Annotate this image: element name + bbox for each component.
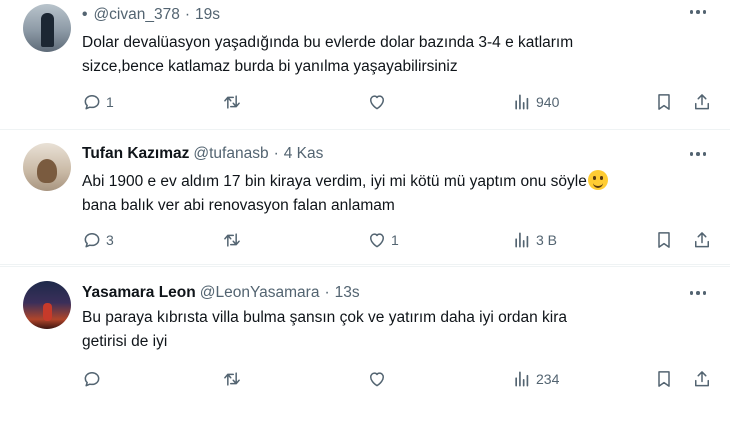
retweet-icon [224,233,240,247]
like-count: 1 [391,232,399,248]
action-bar: 3 1 3 B [82,228,722,252]
tweet-text-line: bana balık ver abi renovasyon falan anla… [82,197,395,214]
tweet-text: Bu paraya kıbrısta villa bulma şansın ço… [82,309,568,350]
views-icon [515,371,529,387]
timestamp[interactable]: 13s [335,284,360,302]
bookmark-button[interactable] [654,228,674,252]
user-name[interactable]: Tufan Kazımaz [82,145,189,163]
bookmark-button[interactable] [654,90,674,114]
avatar[interactable] [23,281,71,329]
tweet[interactable]: Yasamara Leon @LeonYasamara · 13s Bu par… [0,266,730,421]
more-icon[interactable] [689,291,706,295]
like-button[interactable] [367,90,387,114]
share-icon [695,94,709,110]
timestamp[interactable]: 4 Kas [284,145,324,163]
bookmark-icon [658,232,670,248]
user-handle[interactable]: @civan_378 [93,6,179,24]
share-button[interactable] [692,228,712,252]
reply-feed: • @civan_378 · 19s Dolar devalüasyon yaş… [0,0,730,420]
separator: · [324,284,330,301]
tweet-header: Tufan Kazımaz @tufanasb · 4 Kas [82,143,323,165]
views-button[interactable]: 940 [512,90,559,114]
tweet-header: • @civan_378 · 19s [82,4,220,26]
tweet-text-line: Abi 1900 e ev aldım 17 bin kiraya verdim… [82,173,587,190]
reply-icon [84,95,100,110]
reply-icon [84,372,100,387]
reply-count: 1 [106,94,114,110]
user-handle[interactable]: @LeonYasamara [200,284,320,302]
views-icon [515,94,529,110]
retweet-icon [224,372,240,386]
reply-icon [84,233,100,248]
views-count: 3 B [536,232,558,248]
action-bar: 1 940 [82,90,722,114]
tweet-header: Yasamara Leon @LeonYasamara · 13s [82,282,360,304]
tweet[interactable]: • @civan_378 · 19s Dolar devalüasyon yaş… [0,0,730,130]
grinning-emoji-icon [587,170,608,190]
like-button[interactable] [367,367,387,391]
tweet-text: Abi 1900 e ev aldım 17 bin kiraya verdim… [82,170,722,218]
avatar[interactable] [23,143,71,191]
views-icon [515,232,529,248]
separator: · [273,145,279,162]
separator: · [184,6,191,23]
more-icon[interactable] [689,10,706,14]
views-count: 234 [536,371,560,387]
bookmark-icon [658,94,670,110]
tweet[interactable]: Tufan Kazımaz @tufanasb · 4 Kas Abi 1900… [0,130,730,265]
retweet-button[interactable] [222,367,242,391]
user-name[interactable]: • [82,6,87,24]
more-icon[interactable] [689,152,706,156]
share-icon [695,232,709,248]
bookmark-button[interactable] [654,367,674,391]
tweet-text: Dolar devalüasyon yaşadığında bu evlerde… [82,34,574,75]
share-button[interactable] [692,90,712,114]
reply-button[interactable]: 1 [82,90,114,114]
reply-count: 3 [106,232,114,248]
timestamp[interactable]: 19s [195,6,220,24]
like-icon [370,95,384,110]
like-icon [370,233,384,248]
bookmark-icon [658,371,670,387]
avatar[interactable] [23,4,71,52]
like-button[interactable]: 1 [367,228,399,252]
share-icon [695,371,709,387]
views-count: 940 [536,94,560,110]
views-button[interactable]: 3 B [512,228,557,252]
retweet-icon [224,95,240,109]
like-icon [370,372,384,387]
reply-button[interactable] [82,367,102,391]
user-name[interactable]: Yasamara Leon [82,284,196,302]
views-button[interactable]: 234 [512,367,559,391]
share-button[interactable] [692,367,712,391]
retweet-button[interactable] [222,90,242,114]
reply-button[interactable]: 3 [82,228,114,252]
action-bar: 234 [82,367,722,391]
retweet-button[interactable] [222,228,242,252]
user-handle[interactable]: @tufanasb [193,145,268,163]
